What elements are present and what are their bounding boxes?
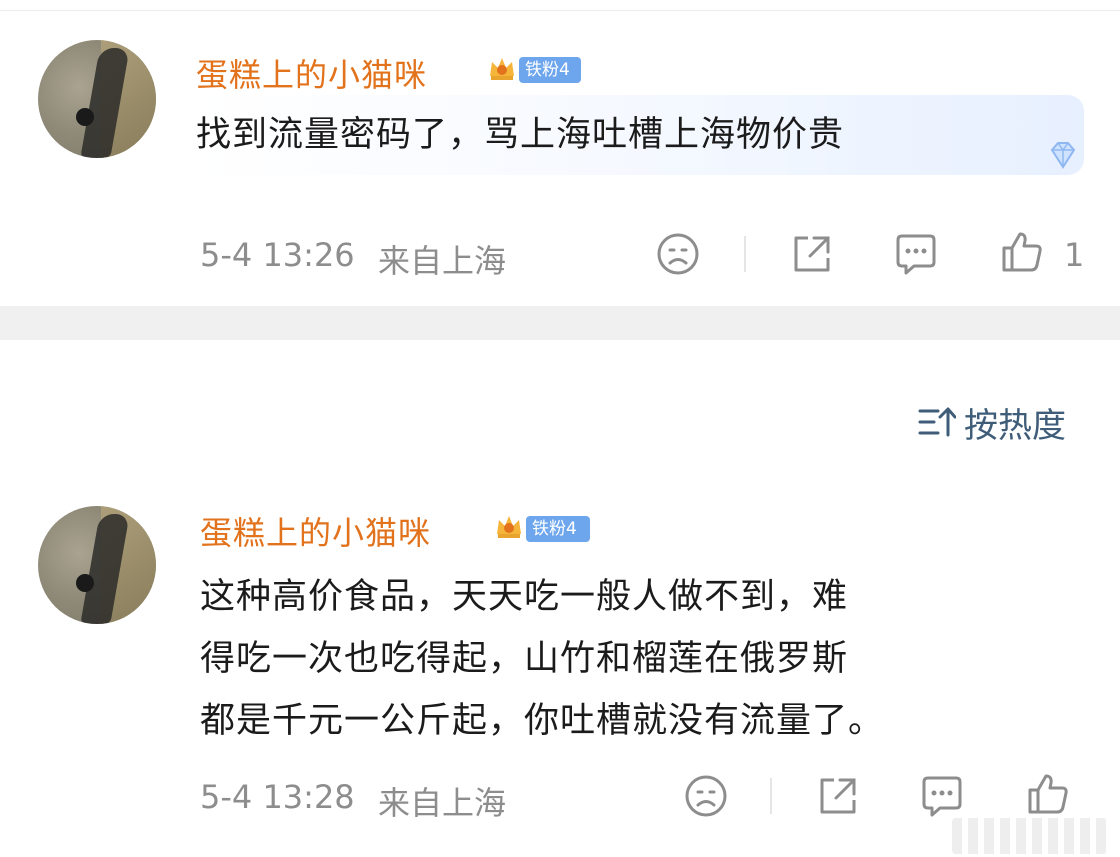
- share-icon[interactable]: [788, 230, 836, 278]
- comment-text-line-2: 得吃一次也吃得起，山竹和榴莲在俄罗斯: [200, 639, 849, 679]
- top-divider: [0, 0, 1120, 11]
- dislike-icon[interactable]: [654, 230, 702, 278]
- avatar[interactable]: [38, 506, 156, 624]
- action-divider: [744, 236, 746, 272]
- comment-location: 来自上海: [378, 784, 507, 822]
- comment-text-line-3: 都是千元一公斤起，你吐槽就没有流量了。: [200, 701, 885, 741]
- comment-text-line-1: 这种高价食品，天天吃一般人做不到，难: [200, 577, 849, 617]
- comment-time: 5-4 13:26: [200, 236, 355, 274]
- section-gap: [0, 306, 1120, 340]
- comment-time: 5-4 13:28: [200, 778, 355, 816]
- comment-icon[interactable]: [892, 230, 940, 278]
- fan-badge: 铁粉4: [526, 516, 590, 542]
- avatar-head: [76, 108, 94, 126]
- share-icon[interactable]: [814, 772, 862, 820]
- sort-icon: [918, 407, 956, 437]
- fan-badge-label: 铁粉4: [525, 60, 570, 80]
- sort-label: 按热度: [964, 405, 1066, 446]
- like-count: 1: [1064, 236, 1085, 274]
- comment-icon[interactable]: [918, 772, 966, 820]
- username[interactable]: 蛋糕上的小猫咪: [200, 508, 431, 554]
- watermark: [952, 818, 1107, 854]
- crown-badge-icon: [497, 516, 521, 538]
- comment-text: 找到流量密码了，骂上海吐槽上海物价贵: [196, 115, 845, 155]
- fan-badge-label: 铁粉4: [532, 519, 577, 539]
- like-icon[interactable]: [1024, 770, 1072, 818]
- action-divider: [770, 778, 772, 814]
- dislike-icon[interactable]: [682, 772, 730, 820]
- avatar[interactable]: [38, 40, 156, 158]
- crown-badge-icon: [490, 58, 514, 80]
- comment-location: 来自上海: [378, 242, 507, 280]
- diamond-icon: [1050, 142, 1076, 169]
- sort-toggle[interactable]: 按热度: [918, 398, 1066, 446]
- fan-badge: 铁粉4: [519, 57, 581, 83]
- username[interactable]: 蛋糕上的小猫咪: [196, 50, 427, 96]
- avatar-head: [76, 574, 94, 592]
- like-icon[interactable]: [998, 228, 1046, 276]
